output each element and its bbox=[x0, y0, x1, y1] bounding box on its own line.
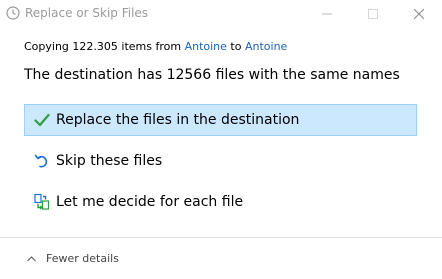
clock-icon bbox=[6, 5, 20, 20]
title-bar: Replace or Skip Files bbox=[0, 0, 442, 26]
destination-folder-link[interactable]: Antoine bbox=[245, 40, 287, 53]
source-folder-link[interactable]: Antoine bbox=[185, 40, 227, 53]
skip-files-option[interactable]: Skip these files bbox=[24, 145, 417, 177]
chevron-up-icon bbox=[27, 252, 46, 266]
minimize-icon bbox=[322, 4, 332, 23]
skip-files-label: Skip these files bbox=[56, 153, 163, 169]
decide-each-file-option[interactable]: Let me decide for each file bbox=[24, 186, 417, 218]
copy-status-text: Copying 122.305 items from Antoine to An… bbox=[24, 40, 287, 54]
checkmark-icon bbox=[33, 111, 51, 129]
skip-arrow-icon bbox=[33, 152, 51, 170]
close-button[interactable] bbox=[396, 0, 442, 26]
replace-files-option[interactable]: Replace the files in the destination bbox=[24, 104, 417, 136]
window-title: Replace or Skip Files bbox=[25, 6, 149, 20]
dialog-footer: Fewer details bbox=[0, 237, 442, 279]
minimize-button[interactable] bbox=[304, 0, 350, 26]
close-icon bbox=[413, 4, 425, 23]
maximize-button[interactable] bbox=[350, 0, 396, 26]
compare-files-icon bbox=[33, 193, 51, 211]
decide-each-file-label: Let me decide for each file bbox=[56, 194, 244, 210]
copy-status-middle: to bbox=[226, 40, 245, 53]
conflict-heading: The destination has 12566 files with the… bbox=[24, 67, 400, 83]
replace-files-label: Replace the files in the destination bbox=[56, 112, 300, 128]
copy-status-prefix: Copying 122.305 items from bbox=[24, 40, 185, 53]
fewer-details-label: Fewer details bbox=[46, 252, 119, 265]
fewer-details-toggle[interactable]: Fewer details bbox=[27, 252, 119, 266]
maximize-icon bbox=[368, 4, 378, 23]
